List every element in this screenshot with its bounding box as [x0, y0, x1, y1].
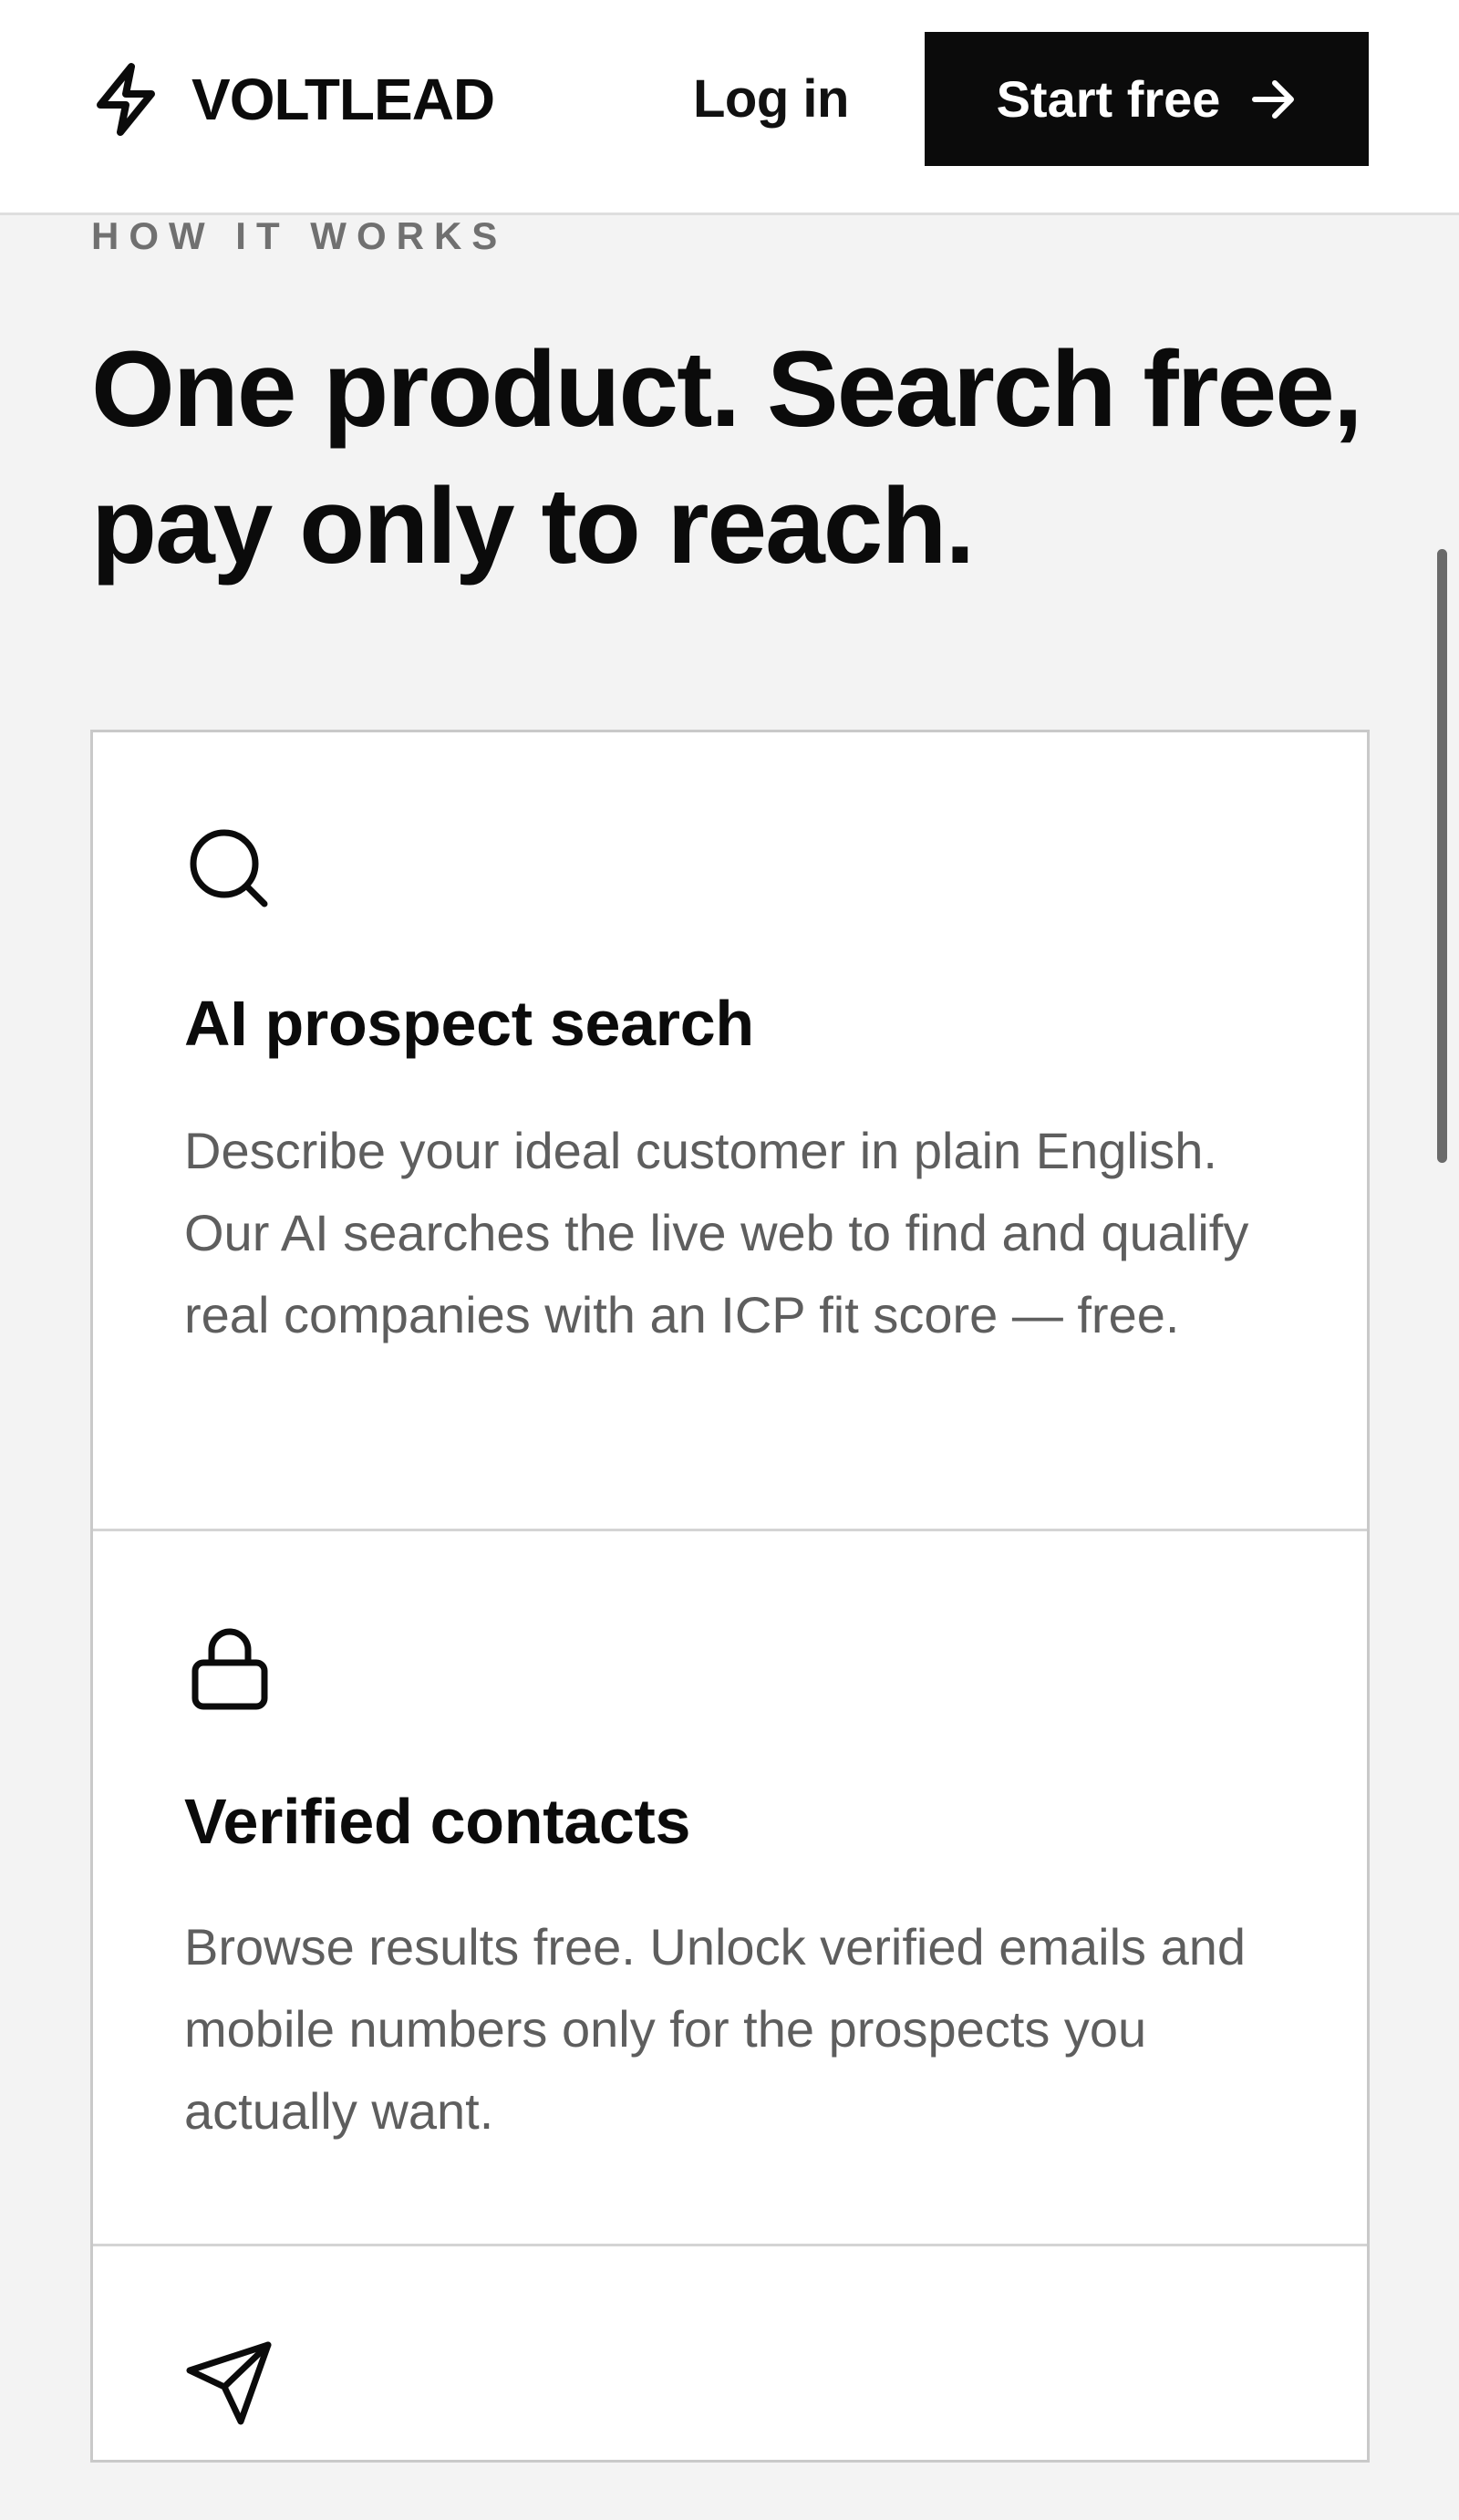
section-eyebrow: HOW IT WORKS — [91, 214, 508, 257]
feature-card-outreach — [93, 2246, 1367, 2520]
search-icon — [184, 824, 275, 915]
feature-card-verified-contacts: Verified contacts Browse results free. U… — [93, 1531, 1367, 2246]
feature-card-prospect-search: AI prospect search Describe your ideal c… — [93, 732, 1367, 1531]
send-icon — [184, 2338, 275, 2429]
login-link[interactable]: Log in — [693, 67, 849, 131]
site-header: VOLTLEAD Log in Start free — [0, 0, 1459, 215]
feature-cards: AI prospect search Describe your ideal c… — [90, 730, 1370, 2463]
start-free-label: Start free — [996, 70, 1221, 128]
brand-name: VOLTLEAD — [191, 67, 495, 132]
start-free-button[interactable]: Start free — [925, 32, 1369, 166]
feature-description: Browse results free. Unlock verified ema… — [184, 1918, 1247, 2140]
lock-icon — [184, 1623, 275, 1714]
feature-title: Verified contacts — [184, 1786, 691, 1857]
section-heading: One product. Search free, pay only to re… — [91, 329, 1363, 586]
feature-description: Describe your ideal customer in plain En… — [184, 1122, 1249, 1343]
arrow-right-icon — [1251, 79, 1297, 119]
feature-title: AI prospect search — [184, 988, 754, 1059]
lightning-bolt-icon — [91, 62, 160, 137]
brand-logo[interactable]: VOLTLEAD — [91, 60, 495, 139]
scrollbar-thumb[interactable] — [1437, 549, 1447, 1163]
